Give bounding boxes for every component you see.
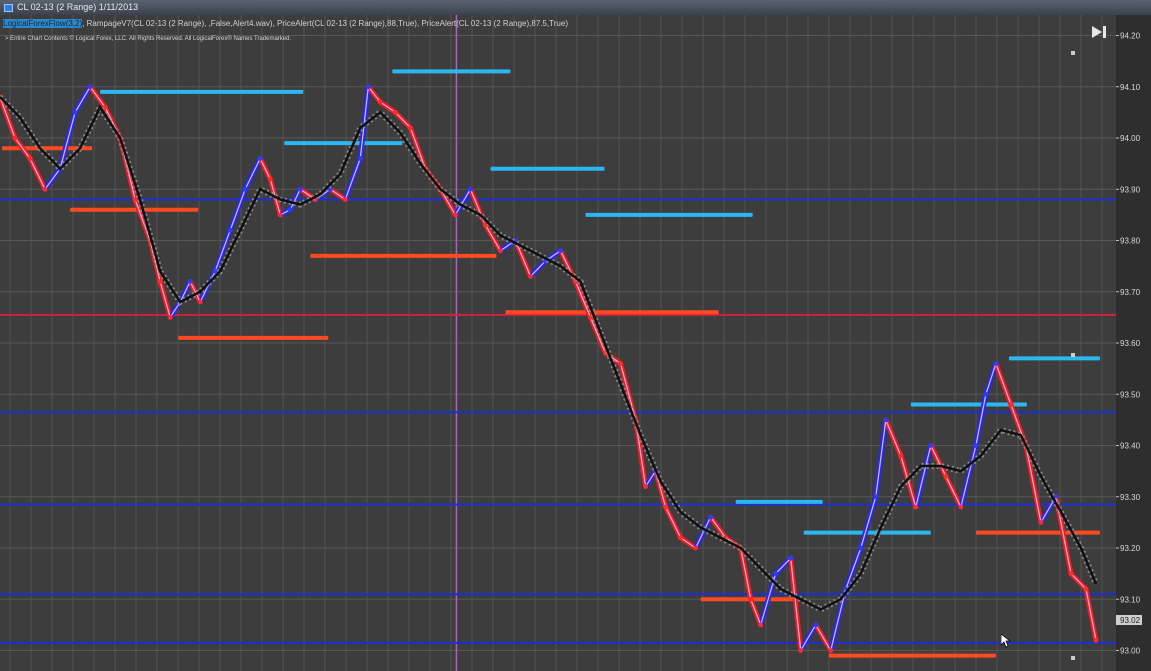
price-point bbox=[72, 109, 78, 115]
y-tick-label: 93.80 bbox=[1120, 237, 1141, 246]
price-level-bar bbox=[1008, 356, 1100, 361]
chart-window-icon bbox=[4, 3, 13, 12]
price-level-bar bbox=[735, 499, 823, 504]
price-point bbox=[558, 248, 563, 254]
price-chart[interactable]: 94.20 94.10 94.00 93.90 93.80 93.70 93.60 93.50… bbox=[0, 15, 1151, 671]
price-point bbox=[983, 391, 989, 397]
y-tick-label: 93.00 bbox=[1120, 647, 1141, 656]
price-level-bar bbox=[310, 253, 497, 258]
price-point bbox=[468, 186, 473, 192]
price-point bbox=[1093, 637, 1099, 643]
price-point bbox=[958, 504, 964, 510]
skip-to-end-icon[interactable] bbox=[1090, 24, 1108, 40]
window-titlebar[interactable]: CL 02-13 (2 Range) 1/11/2013 bbox=[0, 0, 1151, 15]
price-level-bar bbox=[505, 310, 719, 315]
price-level-bar bbox=[585, 212, 753, 217]
price-level-bar bbox=[392, 69, 511, 74]
price-point bbox=[132, 197, 138, 202]
last-price-marker: 93.02 bbox=[1116, 615, 1142, 625]
y-tick-label: 93.30 bbox=[1120, 493, 1141, 502]
last-price-label: 93.02 bbox=[1120, 616, 1141, 625]
price-point bbox=[663, 504, 668, 510]
price-point bbox=[993, 361, 999, 366]
y-tick-label: 94.10 bbox=[1120, 83, 1141, 92]
price-level-bar bbox=[178, 335, 329, 340]
price-point bbox=[858, 545, 864, 551]
y-tick-label: 94.20 bbox=[1120, 32, 1141, 41]
y-tick-label: 93.90 bbox=[1120, 185, 1141, 194]
price-point bbox=[913, 504, 919, 510]
price-point bbox=[773, 571, 779, 577]
indicator-params: , RampageV7(CL 02-13 (2 Range), ,False,A… bbox=[82, 19, 568, 28]
price-point bbox=[748, 596, 754, 602]
price-level-bar bbox=[975, 530, 1100, 535]
price-point bbox=[157, 279, 163, 284]
price-point bbox=[798, 648, 804, 653]
price-point bbox=[357, 156, 363, 161]
chart-window: CL 02-13 (2 Range) 1/11/2013 94.20 94.10 9… bbox=[0, 0, 1151, 671]
price-point bbox=[297, 186, 303, 192]
price-point bbox=[277, 212, 283, 218]
price-point bbox=[643, 484, 648, 489]
price-level-bar bbox=[284, 141, 403, 146]
price-point bbox=[788, 555, 794, 561]
price-point bbox=[365, 84, 371, 90]
price-point bbox=[873, 494, 879, 500]
copyright-notice: > Entire Chart Contents © Logical Forex,… bbox=[5, 36, 292, 42]
y-tick-label: 93.40 bbox=[1120, 442, 1141, 451]
price-point bbox=[342, 197, 348, 202]
y-tick-label: 94.00 bbox=[1120, 134, 1141, 143]
indicator-name-highlight: LogicalForexFlow(3,2) bbox=[3, 19, 83, 28]
price-level-bar bbox=[490, 166, 605, 171]
price-point bbox=[453, 212, 458, 218]
price-point bbox=[618, 361, 623, 366]
y-tick-label: 93.60 bbox=[1120, 339, 1141, 348]
scroll-marker-bottom bbox=[1071, 656, 1075, 660]
price-point bbox=[498, 248, 503, 254]
price-point bbox=[693, 545, 699, 551]
price-point bbox=[167, 314, 173, 320]
y-tick-label: 93.20 bbox=[1120, 544, 1141, 553]
price-point bbox=[377, 99, 383, 105]
y-tick-label: 93.50 bbox=[1120, 390, 1141, 399]
price-point bbox=[928, 443, 934, 448]
y-tick-label: 93.70 bbox=[1120, 288, 1141, 297]
price-point bbox=[12, 135, 18, 141]
price-point bbox=[828, 648, 834, 653]
y-tick-label: 93.10 bbox=[1120, 595, 1141, 604]
price-point bbox=[528, 273, 533, 279]
price-point bbox=[42, 186, 48, 192]
mouse-cursor-icon bbox=[1001, 634, 1011, 648]
price-point bbox=[1038, 519, 1044, 525]
price-point bbox=[813, 622, 819, 628]
scroll-marker-top bbox=[1071, 51, 1075, 55]
price-point bbox=[973, 443, 979, 448]
price-point bbox=[1008, 402, 1014, 407]
price-point bbox=[87, 84, 93, 90]
price-point bbox=[267, 176, 273, 182]
scroll-marker-middle bbox=[1071, 353, 1075, 357]
price-point bbox=[242, 186, 248, 192]
price-level-bar bbox=[70, 207, 199, 212]
price-point bbox=[678, 535, 684, 541]
price-point bbox=[287, 207, 293, 213]
price-point bbox=[407, 125, 413, 131]
price-point bbox=[27, 156, 33, 161]
price-point bbox=[758, 622, 764, 628]
price-point bbox=[898, 453, 904, 459]
price-point bbox=[187, 279, 193, 284]
price-point bbox=[1083, 586, 1089, 592]
price-point bbox=[943, 473, 949, 479]
window-title: CL 02-13 (2 Range) 1/11/2013 bbox=[17, 2, 139, 12]
price-point bbox=[257, 156, 263, 161]
price-level-bar bbox=[828, 653, 996, 658]
price-point bbox=[197, 299, 203, 305]
price-point bbox=[708, 514, 714, 520]
price-point bbox=[883, 417, 889, 423]
price-point bbox=[227, 227, 233, 233]
price-level-bar bbox=[100, 89, 304, 94]
price-point bbox=[1068, 571, 1074, 577]
indicator-legend: LogicalForexFlow(3,2), RampageV7(CL 02-1… bbox=[3, 19, 568, 28]
price-point bbox=[392, 109, 398, 115]
